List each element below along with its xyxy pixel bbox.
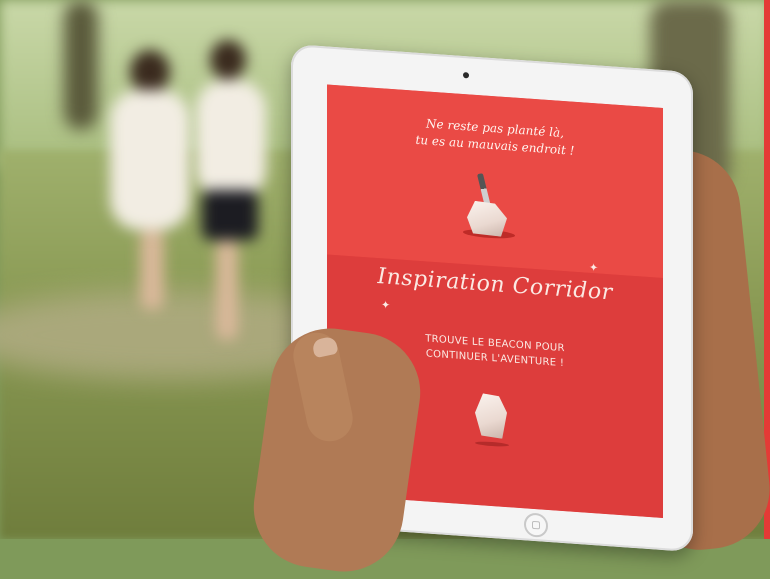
camera-icon	[463, 72, 469, 79]
home-button[interactable]	[524, 512, 548, 538]
sparkle-icon: ✦	[589, 260, 599, 275]
blurred-runner	[190, 40, 280, 340]
tree-trunk	[64, 0, 98, 130]
sparkle-icon: ✦	[381, 298, 391, 312]
